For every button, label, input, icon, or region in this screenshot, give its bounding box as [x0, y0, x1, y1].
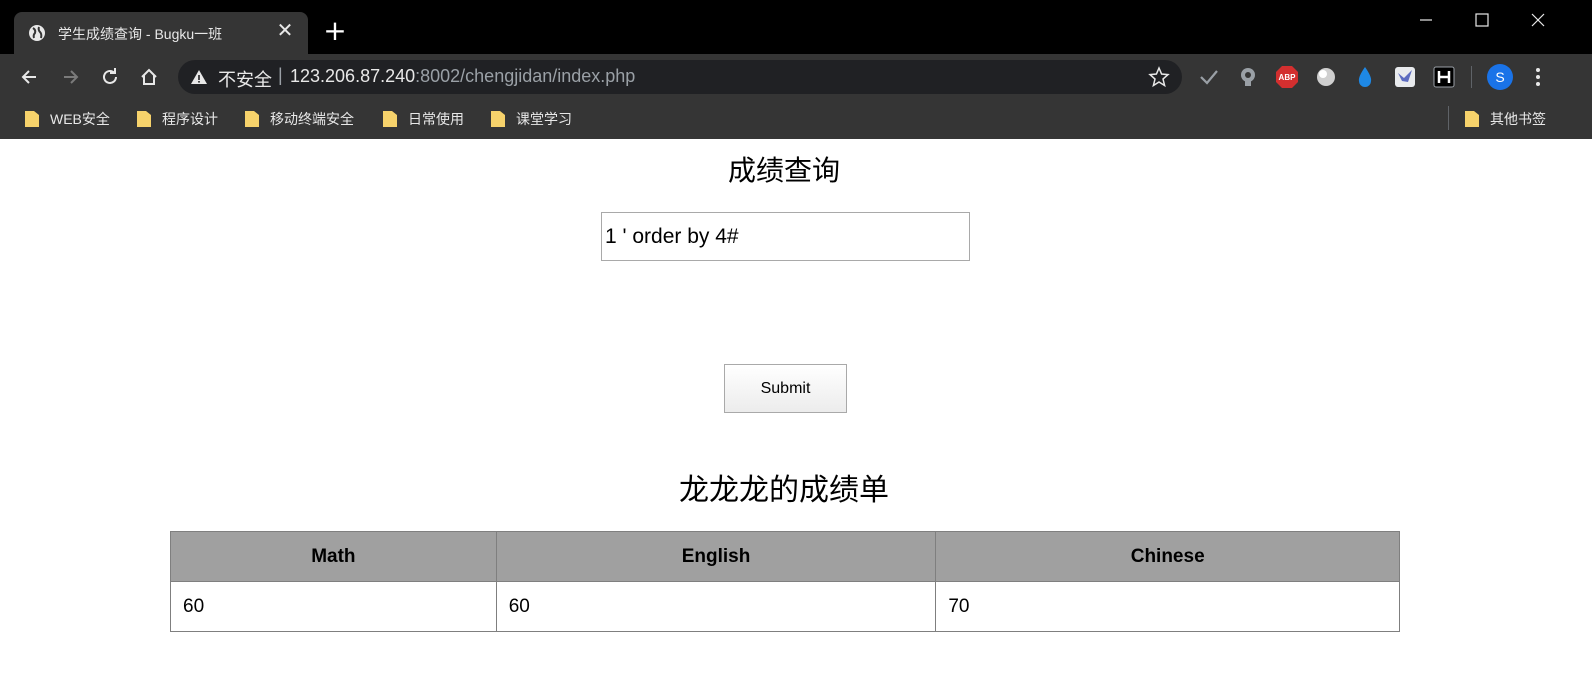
browser-tab[interactable]: 学生成绩查询 - Bugku一班 ✕	[14, 12, 308, 54]
folder-icon	[137, 111, 151, 127]
cell-math-score: 60	[170, 581, 497, 632]
bookmarks-divider	[1448, 106, 1449, 130]
cell-english-score: 60	[495, 581, 937, 632]
home-icon[interactable]	[135, 63, 163, 91]
folder-icon	[383, 111, 397, 127]
globe-icon	[29, 25, 45, 41]
submit-button[interactable]: Submit	[724, 364, 847, 413]
toolbar-divider	[1471, 66, 1472, 88]
tab-close-icon[interactable]: ✕	[274, 20, 296, 42]
title-bar: 学生成绩查询 - Bugku一班 ✕ +	[0, 0, 1592, 54]
profile-avatar[interactable]: S	[1487, 64, 1513, 90]
bookmark-label: 移动终端安全	[270, 111, 354, 127]
check-extension-icon[interactable]	[1196, 64, 1222, 90]
warning-icon[interactable]	[190, 68, 208, 86]
minimize-icon[interactable]	[1412, 6, 1440, 34]
new-tab-button[interactable]: +	[322, 17, 348, 45]
bookmarks-bar: WEB安全 程序设计 移动终端安全 日常使用 课堂学习 其他书签	[0, 100, 1592, 139]
report-title: 龙龙龙的成绩单	[679, 473, 889, 508]
address-bar[interactable]: 不安全 | 123.206.87.240:8002/chengjidan/ind…	[178, 60, 1182, 94]
adblock-extension-icon[interactable]: ABP	[1274, 64, 1300, 90]
url-path: :8002/chengjidan/index.php	[415, 66, 636, 86]
page-title: 成绩查询	[727, 154, 840, 187]
address-separator: |	[278, 65, 283, 85]
h-extension-icon[interactable]	[1431, 64, 1457, 90]
column-header-chinese: Chinese	[935, 531, 1400, 582]
bookmark-label: 其他书签	[1490, 111, 1546, 127]
tab-title: 学生成绩查询 - Bugku一班	[58, 26, 223, 42]
page-content: 成绩查询 Submit 龙龙龙的成绩单 Math English Chinese…	[0, 139, 1592, 686]
globe-extension-icon[interactable]	[1313, 64, 1339, 90]
security-label[interactable]: 不安全	[218, 66, 272, 92]
bookmark-label: 课堂学习	[516, 111, 572, 127]
column-header-english: English	[495, 531, 937, 582]
url-host: 123.206.87.240	[290, 66, 416, 86]
maximize-icon[interactable]	[1468, 6, 1496, 34]
close-window-icon[interactable]	[1524, 6, 1552, 34]
bookmark-label: WEB安全	[50, 111, 110, 127]
svg-text:ABP: ABP	[1279, 73, 1297, 82]
bookmark-label: 日常使用	[408, 111, 464, 127]
bookmark-star-icon[interactable]	[1148, 66, 1170, 88]
browser-toolbar: 不安全 | 123.206.87.240:8002/chengjidan/ind…	[0, 54, 1592, 100]
forward-arrow-icon[interactable]	[56, 63, 84, 91]
back-arrow-icon[interactable]	[16, 63, 44, 91]
folder-icon	[491, 111, 505, 127]
folder-icon	[245, 111, 259, 127]
reload-icon[interactable]	[96, 63, 124, 91]
droplet-extension-icon[interactable]	[1352, 64, 1378, 90]
score-table: Math English Chinese 60 60 70	[170, 531, 1400, 632]
table-row: 60 60 70	[170, 581, 1400, 632]
score-query-input[interactable]	[601, 212, 970, 261]
lightbulb-extension-icon[interactable]	[1235, 64, 1261, 90]
column-header-math: Math	[170, 531, 497, 582]
bird-extension-icon[interactable]	[1392, 64, 1418, 90]
url-text[interactable]: 123.206.87.240:8002/chengjidan/index.php	[290, 66, 635, 87]
cell-chinese-score: 70	[935, 581, 1400, 632]
folder-icon	[25, 111, 39, 127]
folder-icon	[1465, 111, 1479, 127]
bookmark-label: 程序设计	[162, 111, 218, 127]
table-header-row: Math English Chinese	[170, 531, 1400, 582]
more-menu-icon[interactable]	[1528, 64, 1548, 90]
